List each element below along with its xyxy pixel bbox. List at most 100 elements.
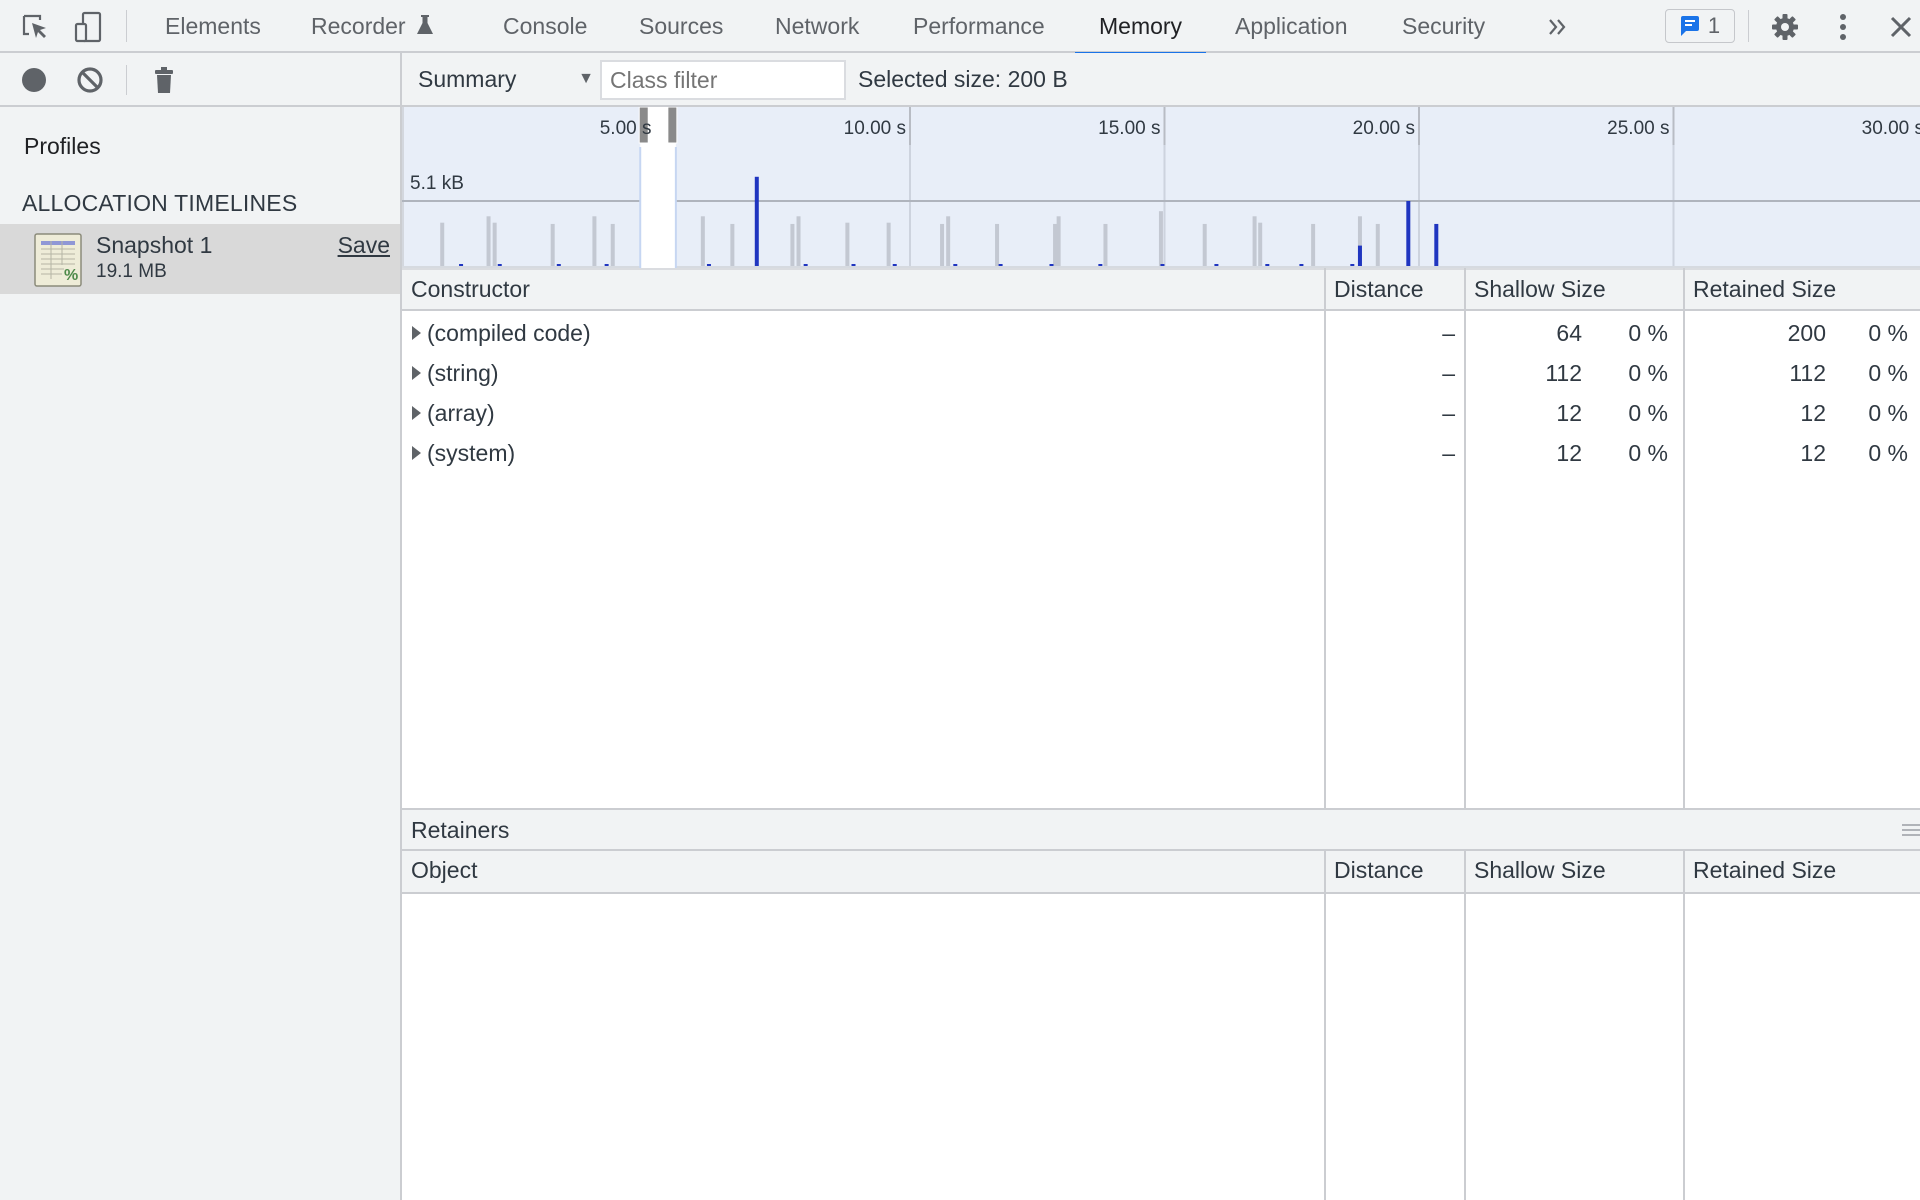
- retained-size-percent: 0 %: [1868, 440, 1908, 466]
- shallow-size-percent: 0 %: [1628, 360, 1668, 386]
- timeline-tick-label: 10.00 s: [844, 118, 906, 139]
- allocation-total-bar: [1056, 216, 1061, 266]
- toolbar-divider: [1748, 10, 1749, 42]
- allocation-total-bar: [796, 216, 801, 266]
- clear-profiles-button[interactable]: [73, 63, 107, 97]
- timeline-tick-label: 20.00 s: [1353, 118, 1415, 139]
- column-header-shallow-size[interactable]: Shallow Size: [1465, 851, 1606, 890]
- column-divider[interactable]: [1324, 851, 1326, 1200]
- table-row[interactable]: (array) – 12 0 % 12 0 %: [402, 394, 1920, 434]
- allocation-total-bar: [1202, 223, 1207, 266]
- tab-network[interactable]: Network: [773, 0, 861, 53]
- issues-counter-button[interactable]: 1: [1665, 9, 1735, 43]
- gear-icon: [1772, 14, 1798, 40]
- expand-triangle-icon[interactable]: [412, 366, 421, 380]
- tab-recorder[interactable]: Recorder: [309, 0, 436, 53]
- issues-count: 1: [1707, 13, 1721, 38]
- distance-value: –: [1442, 320, 1455, 346]
- column-header-distance[interactable]: Distance: [1325, 270, 1423, 309]
- allocation-timelines-section-header: ALLOCATION TIMELINES: [22, 190, 298, 216]
- table-row[interactable]: (string) – 112 0 % 112 0 %: [402, 354, 1920, 394]
- allocation-live-bar: [459, 264, 464, 266]
- tab-performance[interactable]: Performance: [911, 0, 1047, 53]
- timeline-selection-right-handle[interactable]: [667, 107, 678, 144]
- allocation-live-bar: [1098, 264, 1103, 266]
- allocation-total-bar: [1158, 211, 1163, 266]
- device-toggle-icon: [74, 11, 102, 43]
- constructor-name: (system): [412, 440, 515, 467]
- profile-controls-toolbar: [0, 53, 400, 107]
- allocation-total-bar: [550, 223, 555, 266]
- distance-value: –: [1442, 440, 1455, 466]
- inspect-element-icon: [22, 14, 46, 38]
- allocation-timeline-overview[interactable]: 5.00 s 10.00 s 15.00 s 20.00 s 25.00 s 30.00 …: [402, 107, 1920, 268]
- svg-text:%: %: [64, 267, 78, 284]
- tab-elements[interactable]: Elements: [163, 0, 263, 53]
- column-header-retained-size[interactable]: Retained Size: [1684, 851, 1836, 890]
- selected-size-label: Selected size: 200 B: [858, 66, 1068, 92]
- allocation-total-bar: [486, 216, 491, 266]
- shallow-size-value: 12: [1556, 440, 1582, 466]
- collect-garbage-button[interactable]: [147, 63, 181, 97]
- save-snapshot-link[interactable]: Save: [338, 232, 390, 259]
- heap-snapshot-icon: %: [34, 233, 82, 287]
- start-recording-button[interactable]: [17, 63, 51, 97]
- double-chevron-right-icon: [1549, 19, 1566, 35]
- constructor-summary-grid: Constructor Distance Shallow Size Retain…: [402, 268, 1920, 808]
- timeline-tick-label: 5.00 s: [600, 118, 652, 139]
- retained-size-value: 112: [1789, 360, 1826, 386]
- retained-size-percent: 0 %: [1868, 400, 1908, 426]
- tab-security[interactable]: Security: [1400, 0, 1487, 53]
- column-header-distance[interactable]: Distance: [1325, 851, 1423, 890]
- record-icon: [22, 68, 46, 92]
- perspective-select[interactable]: Summary ▼: [418, 59, 594, 99]
- allocation-total-bar: [995, 223, 1000, 266]
- allocation-live-bar: [953, 264, 958, 266]
- clear-block-icon: [77, 67, 103, 93]
- constructor-name: (string): [412, 360, 499, 387]
- tab-application[interactable]: Application: [1233, 0, 1350, 53]
- timeline-tick-label: 15.00 s: [1098, 118, 1160, 139]
- more-tabs-button[interactable]: [1541, 10, 1575, 44]
- column-divider[interactable]: [1683, 851, 1685, 1200]
- inspect-element-button[interactable]: [18, 10, 52, 44]
- expand-triangle-icon[interactable]: [412, 326, 421, 340]
- table-row[interactable]: (compiled code) – 64 0 % 200 0 %: [402, 314, 1920, 354]
- table-row[interactable]: (system) – 12 0 % 12 0 %: [402, 434, 1920, 474]
- allocation-live-bar: [851, 264, 856, 266]
- retainers-grid-header: Object Distance Shallow Size Retained Si…: [402, 851, 1920, 894]
- timeline-scale-label: 5.1 kB: [410, 173, 464, 194]
- devtools-tab-bar: Elements Recorder Console Sources Networ…: [0, 0, 1920, 55]
- resize-handle-icon[interactable]: [1900, 822, 1920, 838]
- settings-button[interactable]: [1768, 10, 1802, 44]
- shallow-size-value: 12: [1556, 400, 1582, 426]
- constructor-name: (compiled code): [412, 320, 591, 347]
- column-header-object[interactable]: Object: [402, 851, 477, 890]
- expand-triangle-icon[interactable]: [412, 446, 421, 460]
- allocation-live-bar: [1357, 245, 1362, 266]
- timeline-tick-label: 25.00 s: [1607, 118, 1669, 139]
- column-header-retained-size[interactable]: Retained Size: [1684, 270, 1836, 309]
- constructor-name: (array): [412, 400, 495, 427]
- retained-size-percent: 0 %: [1868, 360, 1908, 386]
- allocation-live-bar: [1160, 264, 1165, 266]
- allocation-live-bar: [803, 264, 808, 266]
- column-header-constructor[interactable]: Constructor: [402, 270, 530, 309]
- profiles-sidebar: Profiles ALLOCATION TIMELINES % Snapshot…: [0, 53, 402, 1200]
- class-filter-input[interactable]: [600, 60, 846, 100]
- expand-triangle-icon[interactable]: [412, 406, 421, 420]
- close-devtools-button[interactable]: [1884, 10, 1918, 44]
- snapshot-list-item[interactable]: % Snapshot 1 19.1 MB Save: [0, 224, 400, 294]
- retainers-panel-header[interactable]: Retainers: [402, 808, 1920, 851]
- more-options-button[interactable]: [1826, 10, 1860, 44]
- tab-console[interactable]: Console: [501, 0, 589, 53]
- vertical-ellipsis-icon: [1840, 14, 1846, 40]
- allocation-live-bar: [998, 264, 1003, 266]
- allocation-total-bar: [790, 223, 795, 266]
- column-header-shallow-size[interactable]: Shallow Size: [1465, 270, 1606, 309]
- device-toolbar-button[interactable]: [71, 10, 105, 44]
- allocation-timeline-chart: 5.00 s 10.00 s 15.00 s 20.00 s 25.00 s 30.00 …: [402, 107, 1920, 268]
- tab-sources[interactable]: Sources: [637, 0, 725, 53]
- column-divider[interactable]: [1464, 851, 1466, 1200]
- tab-memory[interactable]: Memory: [1074, 0, 1207, 55]
